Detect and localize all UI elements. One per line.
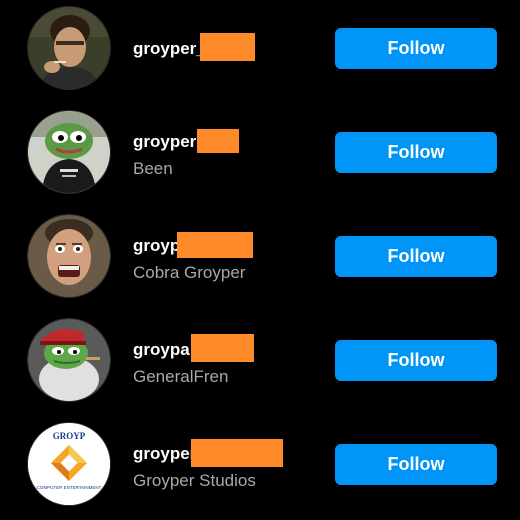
avatar-frog-general[interactable] (28, 319, 110, 401)
avatar-man-smoking[interactable] (28, 7, 110, 89)
account-names: groyper Been (133, 129, 323, 180)
account-row[interactable]: groyper Been Follow (0, 104, 520, 208)
account-names: groypa GeneralFren (133, 334, 323, 388)
suggested-accounts-list: groyper_ Follow groyper Been Follow groy… (0, 0, 520, 520)
redaction-block (191, 334, 254, 362)
logo-top-text: GROYP (53, 431, 86, 441)
account-names: groyper Groyper Studios (133, 439, 323, 492)
full-name: Been (133, 159, 173, 178)
username[interactable]: groyper (133, 444, 196, 463)
username[interactable]: groyper_ (133, 39, 206, 58)
account-row[interactable]: GROYP COMPUTER ENTERTAINMENT groyper Gro… (0, 416, 520, 520)
account-row[interactable]: groypa GeneralFren Follow (0, 312, 520, 416)
man-smoking-portrait-icon (28, 7, 110, 89)
username[interactable]: groypa (133, 340, 190, 359)
shouting-man-portrait-icon (28, 215, 110, 297)
full-name: Cobra Groyper (133, 263, 246, 282)
account-row[interactable]: groyp Cobra Groyper Follow (0, 208, 520, 312)
follow-button[interactable]: Follow (335, 444, 497, 485)
redaction-block (177, 232, 253, 258)
avatar-pepe[interactable] (28, 111, 110, 193)
frog-general-portrait-icon (28, 319, 110, 401)
groyp-logo-icon: GROYP COMPUTER ENTERTAINMENT (28, 423, 110, 505)
account-row[interactable]: groyper_ Follow (0, 0, 520, 104)
account-names: groyp Cobra Groyper (133, 232, 323, 284)
username[interactable]: groyper (133, 132, 196, 151)
account-names: groyper_ (133, 33, 323, 61)
redaction-block (191, 439, 283, 467)
redaction-block (197, 129, 239, 153)
follow-button[interactable]: Follow (335, 132, 497, 173)
username[interactable]: groyp (133, 236, 180, 255)
full-name: Groyper Studios (133, 471, 256, 490)
full-name: GeneralFren (133, 367, 229, 386)
follow-button[interactable]: Follow (335, 28, 497, 69)
redaction-block (200, 33, 255, 61)
pepe-frog-portrait-icon (28, 111, 110, 193)
follow-button[interactable]: Follow (335, 236, 497, 277)
avatar-shouting-man[interactable] (28, 215, 110, 297)
avatar-groyp-logo[interactable]: GROYP COMPUTER ENTERTAINMENT (28, 423, 110, 505)
follow-button[interactable]: Follow (335, 340, 497, 381)
logo-bottom-text: COMPUTER ENTERTAINMENT (37, 485, 102, 490)
